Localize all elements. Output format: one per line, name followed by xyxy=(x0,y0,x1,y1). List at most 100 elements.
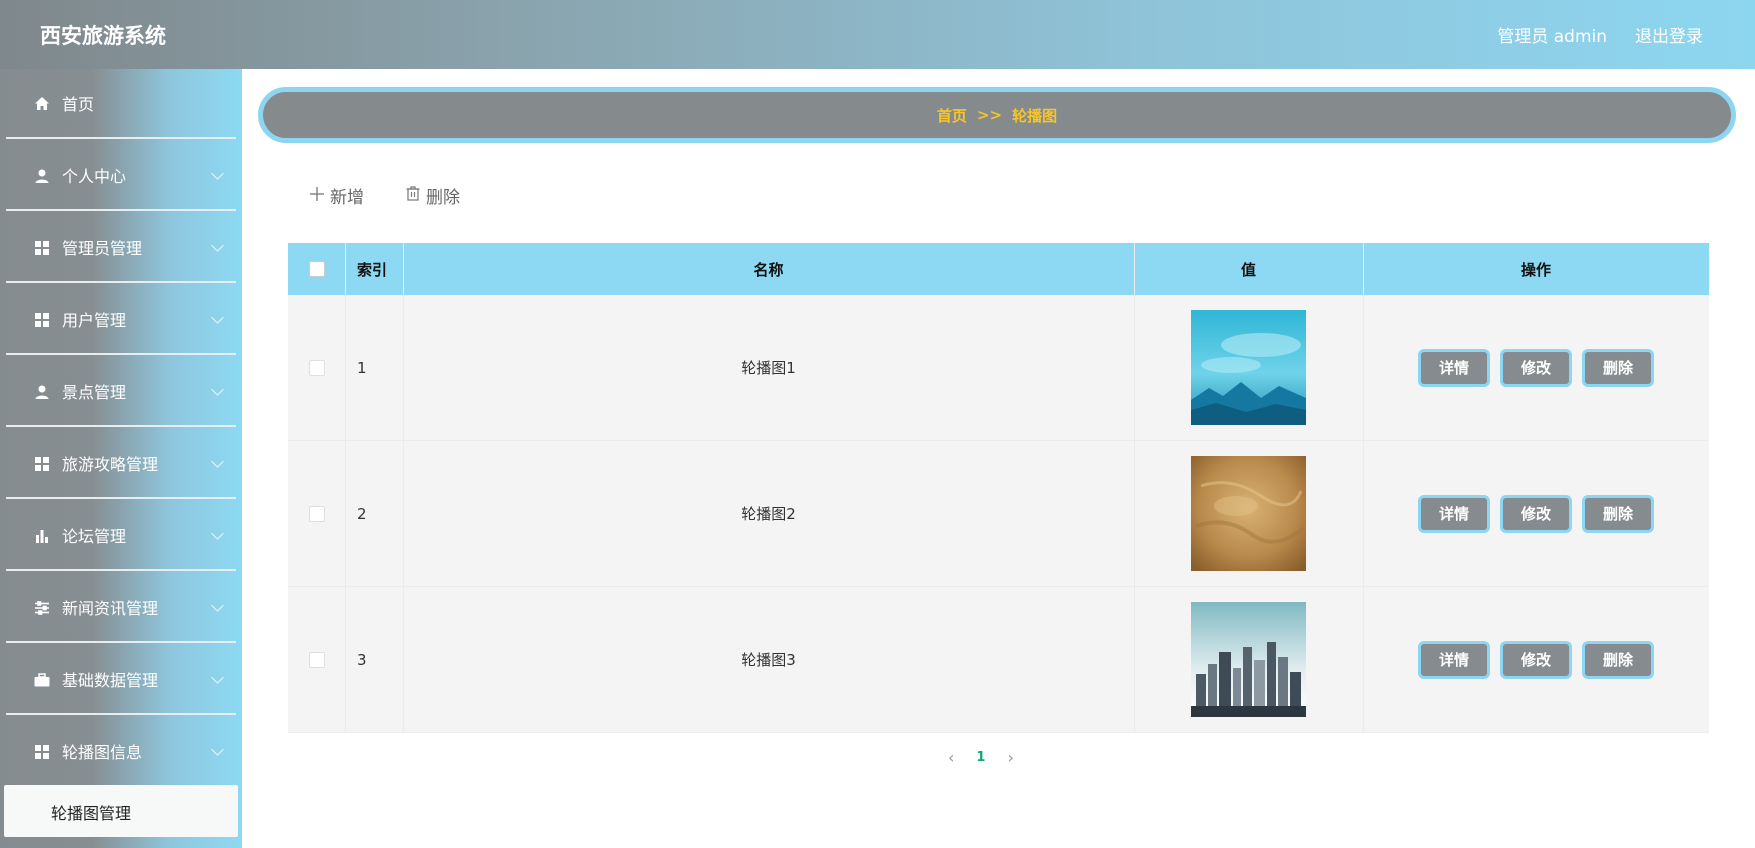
table-row: 2 轮播图2 详情 修改 删除 xyxy=(288,441,1709,587)
row-index: 1 xyxy=(357,358,367,377)
carousel-thumbnail-sky-mountain[interactable] xyxy=(1191,310,1306,425)
row-actions-cell: 详情 修改 删除 xyxy=(1363,587,1709,732)
edit-button[interactable]: 修改 xyxy=(1500,640,1572,679)
delete-row-button[interactable]: 删除 xyxy=(1582,348,1654,387)
column-divider xyxy=(345,243,346,733)
table-row: 3 轮播图3 详情 修改 删除 xyxy=(288,587,1709,733)
toolbar: 新增 删除 xyxy=(310,183,460,208)
sidebar-item-label: 首页 xyxy=(62,95,95,114)
sidebar-item-carousel-info[interactable]: 轮播图信息 xyxy=(6,717,236,787)
chevron-down-icon xyxy=(211,167,224,180)
trash-icon xyxy=(406,185,420,206)
sidebar-item-label: 景点管理 xyxy=(62,383,127,402)
carousel-thumbnail-city-skyline[interactable] xyxy=(1191,602,1306,717)
home-icon xyxy=(34,96,50,112)
add-button-label: 新增 xyxy=(330,188,364,208)
row-index: 2 xyxy=(357,504,367,523)
user-icon xyxy=(34,384,50,400)
table-header: 索引 名称 值 操作 xyxy=(288,243,1709,295)
row-checkbox[interactable] xyxy=(308,505,325,522)
column-header-actions: 操作 xyxy=(1520,260,1551,279)
table-row: 1 轮播图1 详情 修改 删除 xyxy=(288,295,1709,441)
row-value-cell xyxy=(1134,295,1363,440)
carousel-thumbnail-parchment[interactable] xyxy=(1191,456,1306,571)
delete-row-button[interactable]: 删除 xyxy=(1582,640,1654,679)
row-name: 轮播图3 xyxy=(741,651,796,669)
sidebar-item-forum-management[interactable]: 论坛管理 xyxy=(6,501,236,571)
chevron-down-icon xyxy=(211,743,224,756)
detail-button[interactable]: 详情 xyxy=(1418,640,1490,679)
logout-link[interactable]: 退出登录 xyxy=(1635,22,1703,47)
sidebar-subitem-carousel-management[interactable]: 轮播图管理 xyxy=(4,785,238,837)
breadcrumb-separator: >> xyxy=(976,106,1003,124)
select-all-checkbox[interactable] xyxy=(308,261,325,277)
page-number-current[interactable]: 1 xyxy=(976,750,985,765)
column-divider xyxy=(403,243,404,733)
grid-icon xyxy=(34,456,50,472)
row-checkbox-cell xyxy=(288,441,345,586)
prev-page-icon[interactable]: ‹ xyxy=(948,748,954,767)
sidebar-item-label: 轮播图信息 xyxy=(62,743,143,762)
sidebar-item-label: 基础数据管理 xyxy=(62,671,159,690)
chevron-down-icon xyxy=(211,527,224,540)
column-divider xyxy=(1363,243,1364,733)
sidebar-item-admin-management[interactable]: 管理员管理 xyxy=(6,213,236,283)
top-header: 西安旅游系统 管理员 admin 退出登录 xyxy=(0,0,1755,69)
grid-icon xyxy=(34,744,50,760)
delete-button-label: 删除 xyxy=(426,188,460,208)
row-checkbox-cell xyxy=(288,587,345,732)
sidebar-item-label: 旅游攻略管理 xyxy=(62,455,159,474)
app-title: 西安旅游系统 xyxy=(40,24,166,48)
sidebar-item-label: 论坛管理 xyxy=(62,527,127,546)
sidebar-subitem-label: 轮播图管理 xyxy=(51,804,132,823)
sidebar-item-scenic-management[interactable]: 景点管理 xyxy=(6,357,236,427)
sidebar-item-user-management[interactable]: 用户管理 xyxy=(6,285,236,355)
row-checkbox[interactable] xyxy=(308,651,325,668)
admin-user-label[interactable]: 管理员 admin xyxy=(1497,22,1607,47)
chevron-down-icon xyxy=(211,455,224,468)
chevron-down-icon xyxy=(211,383,224,396)
delete-button[interactable]: 删除 xyxy=(406,183,460,208)
header-checkbox-cell xyxy=(288,243,345,295)
plus-icon xyxy=(310,186,324,206)
column-header-value: 值 xyxy=(1240,260,1256,279)
row-name: 轮播图1 xyxy=(741,359,796,377)
chevron-down-icon xyxy=(211,239,224,252)
bar-chart-icon xyxy=(34,528,50,544)
sidebar-item-label: 个人中心 xyxy=(62,167,127,186)
column-divider xyxy=(1134,243,1135,733)
chevron-down-icon xyxy=(211,599,224,612)
header-user-area: 管理员 admin 退出登录 xyxy=(1497,22,1703,47)
next-page-icon[interactable]: › xyxy=(1007,748,1013,767)
row-checkbox[interactable] xyxy=(308,359,325,376)
briefcase-icon xyxy=(34,672,50,688)
grid-icon xyxy=(34,312,50,328)
row-value-cell xyxy=(1134,587,1363,732)
breadcrumb-current: 轮播图 xyxy=(1012,106,1058,125)
chevron-down-icon xyxy=(211,311,224,324)
edit-button[interactable]: 修改 xyxy=(1500,348,1572,387)
detail-button[interactable]: 详情 xyxy=(1418,348,1490,387)
pagination: ‹ 1 › xyxy=(948,748,1014,767)
grid-icon xyxy=(34,240,50,256)
column-header-index: 索引 xyxy=(357,260,388,279)
row-actions-cell: 详情 修改 删除 xyxy=(1363,295,1709,440)
sidebar-item-basic-data-management[interactable]: 基础数据管理 xyxy=(6,645,236,715)
breadcrumb: 首页 >> 轮播图 xyxy=(258,87,1736,143)
sidebar-item-home[interactable]: 首页 xyxy=(6,69,236,139)
column-header-name: 名称 xyxy=(753,260,784,279)
detail-button[interactable]: 详情 xyxy=(1418,494,1490,533)
row-actions-cell: 详情 修改 删除 xyxy=(1363,441,1709,586)
add-button[interactable]: 新增 xyxy=(310,183,364,208)
delete-row-button[interactable]: 删除 xyxy=(1582,494,1654,533)
edit-button[interactable]: 修改 xyxy=(1500,494,1572,533)
breadcrumb-home[interactable]: 首页 xyxy=(937,105,967,126)
sidebar-item-personal-center[interactable]: 个人中心 xyxy=(6,141,236,211)
row-name: 轮播图2 xyxy=(741,505,796,523)
sidebar-item-travel-guide-management[interactable]: 旅游攻略管理 xyxy=(6,429,236,499)
sidebar-item-label: 管理员管理 xyxy=(62,239,143,258)
sidebar-item-label: 用户管理 xyxy=(62,311,127,330)
row-checkbox-cell xyxy=(288,295,345,440)
sidebar-item-news-management[interactable]: 新闻资讯管理 xyxy=(6,573,236,643)
sidebar-item-label: 新闻资讯管理 xyxy=(62,599,159,618)
